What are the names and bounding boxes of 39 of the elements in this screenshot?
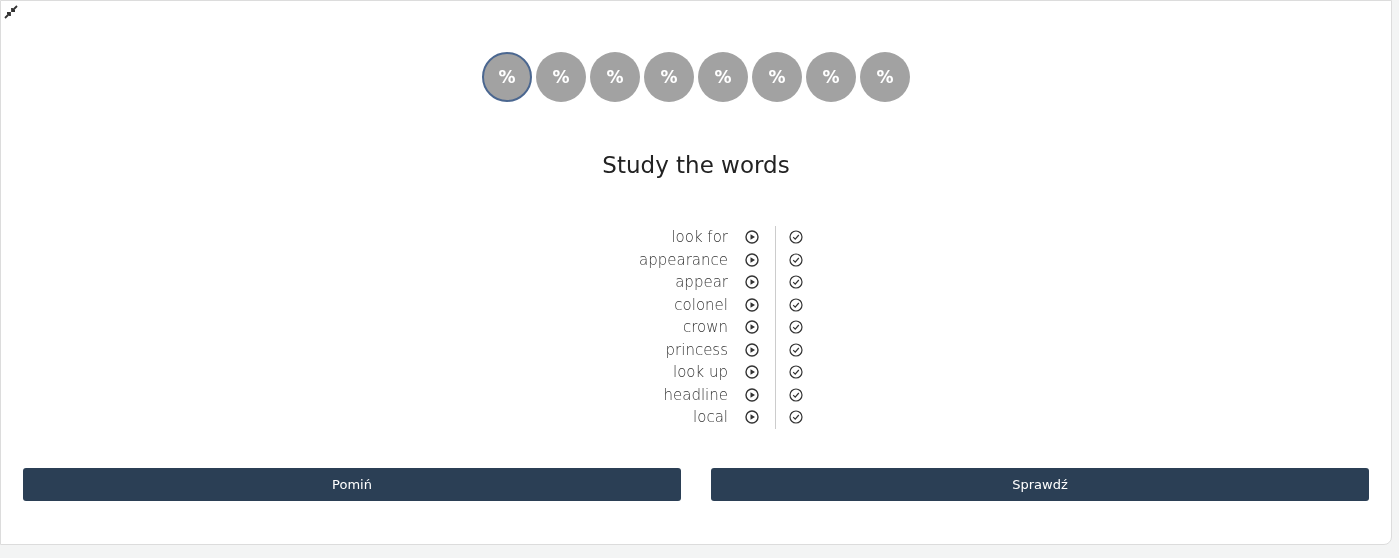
check-circle-icon[interactable] <box>789 230 803 245</box>
play-icon[interactable] <box>744 365 759 380</box>
play-icon[interactable] <box>744 252 759 267</box>
check-circle-icon[interactable] <box>789 342 803 357</box>
play-icon[interactable] <box>744 297 759 312</box>
check-circle-icon[interactable] <box>789 275 803 290</box>
play-icon[interactable] <box>744 320 759 335</box>
word-text: local <box>692 407 728 428</box>
progress-step[interactable]: % <box>860 52 910 102</box>
word-text: look for <box>670 227 728 248</box>
play-icon[interactable] <box>744 230 759 245</box>
progress-step[interactable]: % <box>590 52 640 102</box>
skip-button[interactable]: Pomiń <box>23 467 681 501</box>
progress-step[interactable]: % <box>752 52 802 102</box>
page-title: Study the words <box>602 152 790 178</box>
progress-step[interactable]: % <box>806 52 856 102</box>
collapse-icon[interactable] <box>4 5 18 19</box>
progress-step[interactable]: % <box>698 52 748 102</box>
check-button[interactable]: Sprawdź <box>711 467 1369 501</box>
check-circle-icon[interactable] <box>789 410 803 425</box>
play-icon[interactable] <box>744 387 759 402</box>
play-icon[interactable] <box>744 342 759 357</box>
word-text: princess <box>664 339 728 361</box>
word-text: appear <box>674 272 728 293</box>
word-text: headline <box>662 384 728 406</box>
play-icon[interactable] <box>744 275 759 290</box>
progress-step[interactable]: % <box>482 52 532 102</box>
word-text: look up <box>672 362 728 383</box>
check-circle-icon[interactable] <box>789 365 803 380</box>
check-circle-icon[interactable] <box>789 297 803 312</box>
check-circle-icon[interactable] <box>789 252 803 267</box>
word-text: colonel <box>673 294 728 316</box>
check-circle-icon[interactable] <box>789 387 803 402</box>
word-text: appearance <box>638 249 728 271</box>
progress-step[interactable]: % <box>644 52 694 102</box>
check-circle-icon[interactable] <box>789 320 803 335</box>
progress-step[interactable]: % <box>536 52 586 102</box>
play-icon[interactable] <box>744 410 759 425</box>
word-text: crown <box>681 317 728 338</box>
